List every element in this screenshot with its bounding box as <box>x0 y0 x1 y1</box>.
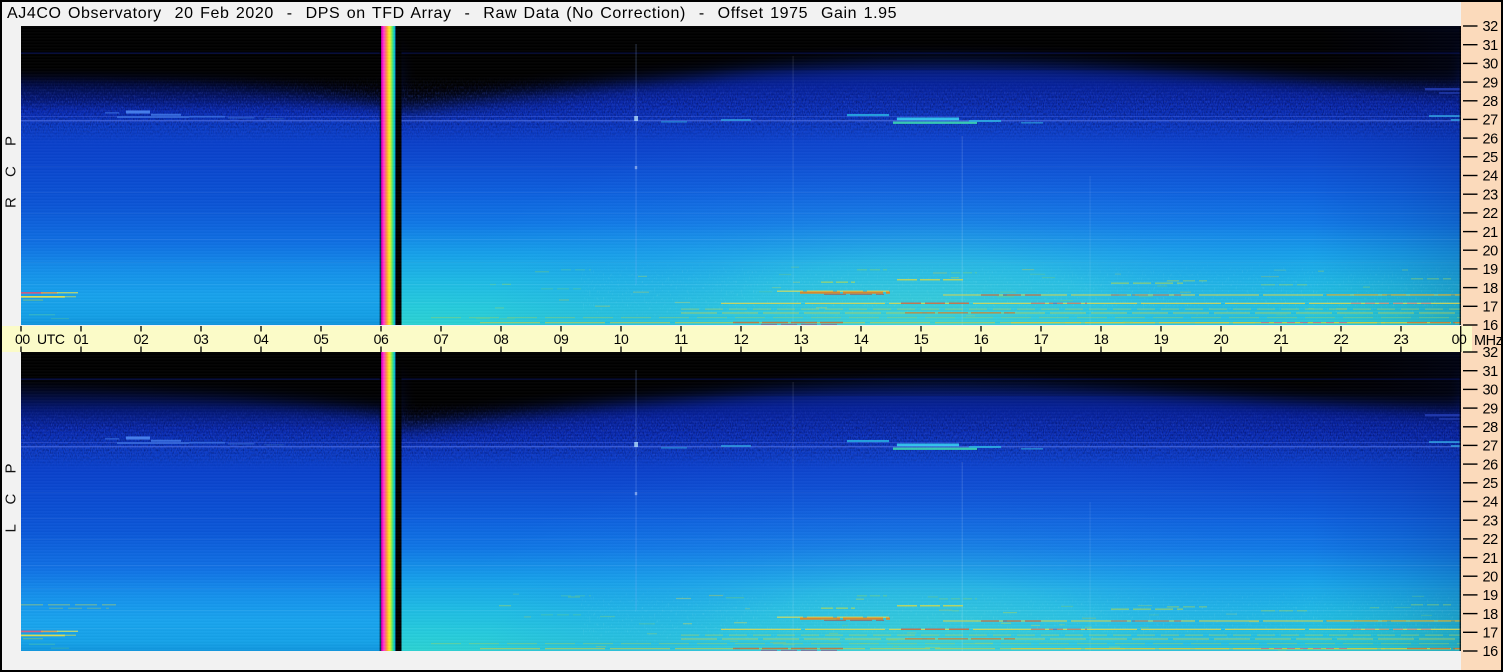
svg-text:05: 05 <box>314 331 329 347</box>
svg-text:16: 16 <box>1483 644 1499 660</box>
svg-text:27: 27 <box>1483 439 1499 455</box>
svg-text:32: 32 <box>1483 19 1499 35</box>
svg-text:20: 20 <box>1214 331 1229 347</box>
svg-text:02: 02 <box>134 331 149 347</box>
svg-text:17: 17 <box>1483 300 1499 316</box>
svg-text:01: 01 <box>74 331 89 347</box>
svg-text:24: 24 <box>1483 495 1499 511</box>
svg-text:06: 06 <box>374 331 389 347</box>
svg-text:30: 30 <box>1483 57 1499 73</box>
svg-text:23: 23 <box>1394 331 1409 347</box>
svg-text:MHz: MHz <box>1474 333 1501 349</box>
svg-text:13: 13 <box>794 331 809 347</box>
svg-text:26: 26 <box>1483 131 1499 147</box>
svg-text:28: 28 <box>1483 94 1499 110</box>
svg-text:30: 30 <box>1483 383 1499 399</box>
svg-text:12: 12 <box>734 331 749 347</box>
svg-text:11: 11 <box>674 331 688 347</box>
svg-text:07: 07 <box>434 331 449 347</box>
svg-text:18: 18 <box>1483 607 1499 623</box>
svg-text:31: 31 <box>1483 38 1499 54</box>
svg-text:19: 19 <box>1483 262 1499 278</box>
svg-text:22: 22 <box>1483 206 1499 222</box>
svg-text:29: 29 <box>1483 401 1499 417</box>
svg-text:18: 18 <box>1483 281 1499 297</box>
svg-text:16: 16 <box>1483 318 1499 334</box>
svg-text:04: 04 <box>254 331 269 347</box>
svg-text:31: 31 <box>1483 364 1499 380</box>
svg-text:27: 27 <box>1483 113 1499 129</box>
svg-text:23: 23 <box>1483 187 1499 203</box>
svg-text:14: 14 <box>854 331 869 347</box>
svg-text:10: 10 <box>614 331 629 347</box>
svg-text:08: 08 <box>494 331 509 347</box>
svg-text:25: 25 <box>1483 476 1499 492</box>
svg-text:03: 03 <box>194 331 209 347</box>
svg-text:19: 19 <box>1154 331 1169 347</box>
svg-text:20: 20 <box>1483 243 1499 259</box>
svg-text:28: 28 <box>1483 420 1499 436</box>
svg-text:24: 24 <box>1483 169 1499 185</box>
svg-text:26: 26 <box>1483 457 1499 473</box>
svg-text:22: 22 <box>1483 532 1499 548</box>
svg-text:20: 20 <box>1483 570 1499 586</box>
svg-text:15: 15 <box>914 331 929 347</box>
svg-text:16: 16 <box>974 331 989 347</box>
svg-text:29: 29 <box>1483 75 1499 91</box>
svg-text:21: 21 <box>1483 551 1499 567</box>
svg-text:19: 19 <box>1483 588 1499 604</box>
svg-text:22: 22 <box>1334 331 1349 347</box>
svg-text:25: 25 <box>1483 150 1499 166</box>
svg-text:17: 17 <box>1034 331 1049 347</box>
svg-text:00: 00 <box>15 331 30 347</box>
svg-text:21: 21 <box>1274 331 1289 347</box>
svg-text:18: 18 <box>1094 331 1109 347</box>
svg-text:23: 23 <box>1483 513 1499 529</box>
svg-text:UTC: UTC <box>37 331 65 347</box>
svg-text:17: 17 <box>1483 626 1499 642</box>
svg-text:21: 21 <box>1483 225 1499 241</box>
svg-text:09: 09 <box>554 331 569 347</box>
